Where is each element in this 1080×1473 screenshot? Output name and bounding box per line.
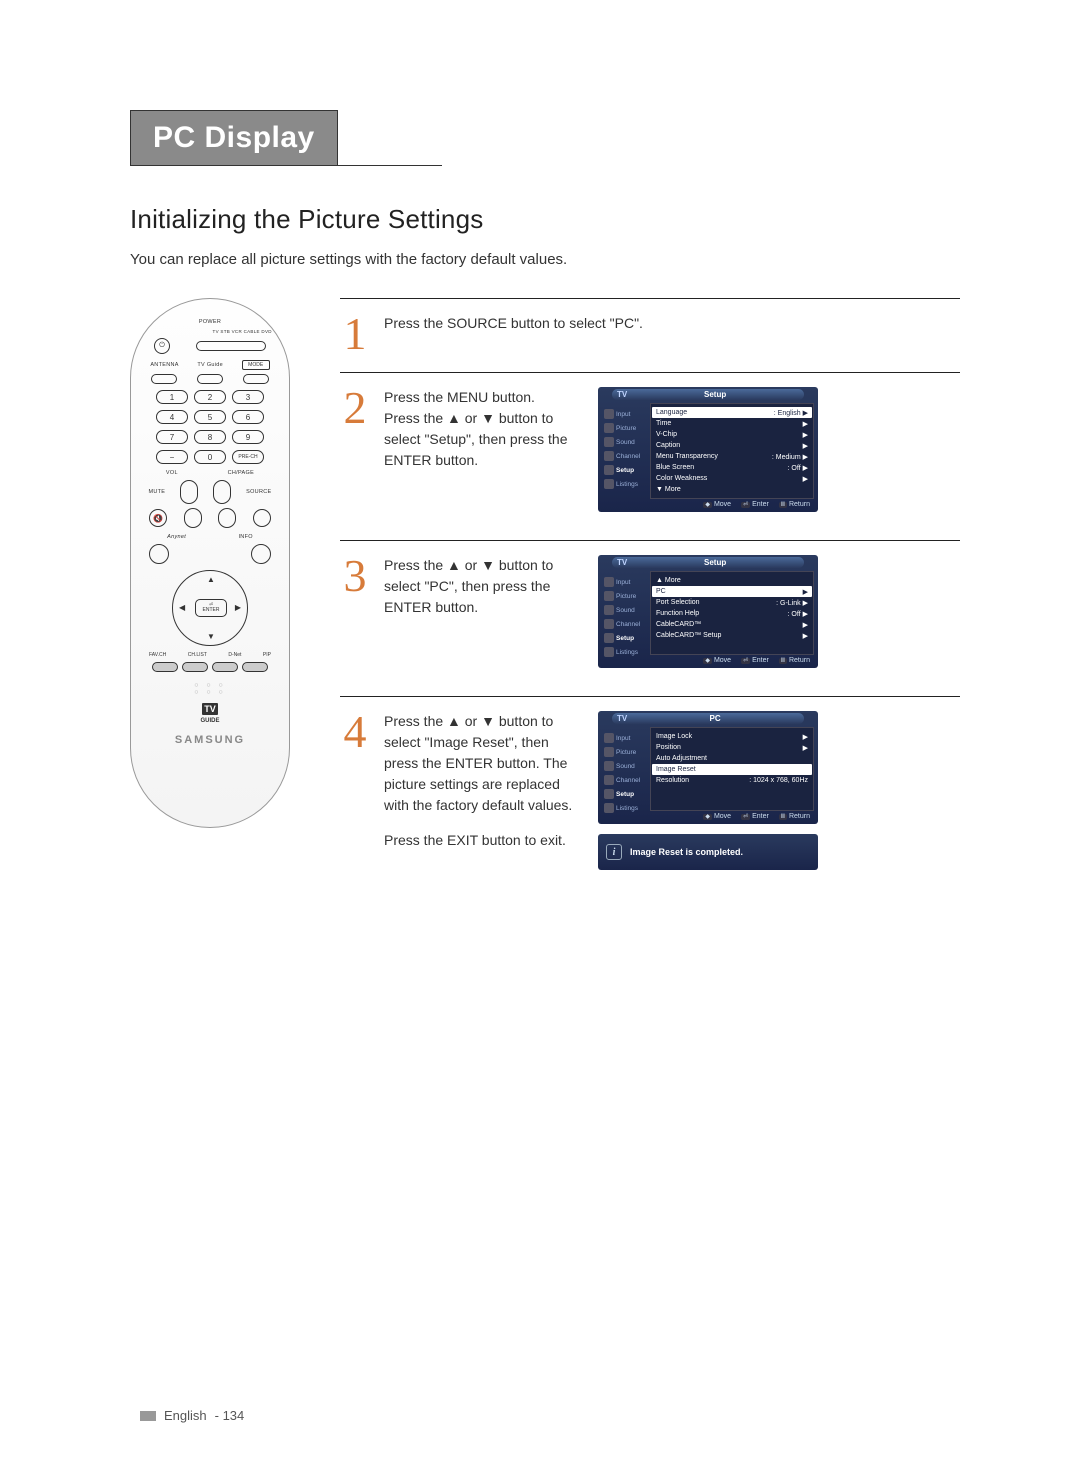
power-button[interactable]: ⏻ [154,338,170,354]
favch-button[interactable] [152,662,178,672]
sound-icon [604,605,614,615]
num-8[interactable]: 8 [194,430,226,444]
samsung-brand: SAMSUNG [141,734,279,746]
enter-button[interactable]: ⏎ENTER [195,599,227,617]
tvguide-button[interactable] [197,374,223,384]
num-9[interactable]: 9 [232,430,264,444]
mode-pill[interactable] [243,374,269,384]
page-footer: English - 134 [140,1408,244,1423]
num-2[interactable]: 2 [194,390,226,404]
picture-icon [604,747,614,757]
step-text: Press the ▲ or ▼ button to select "PC", … [384,555,584,622]
antenna-label: ANTENNA [150,362,178,368]
sound-icon [604,437,614,447]
channel-icon [604,619,614,629]
num-1[interactable]: 1 [156,390,188,404]
dpad[interactable]: ▲ ▼ ◀ ▶ ⏎ENTER [172,570,248,646]
step-number: 4 [340,711,370,752]
footer-lang: English [164,1408,207,1423]
num-3[interactable]: 3 [232,390,264,404]
device-row: TV STB VCR CABLE DVD [213,329,272,334]
vol-rocker[interactable] [180,480,198,504]
num-0[interactable]: 0 [194,450,226,464]
chpage-label: CH/PAGE [228,470,254,476]
channel-icon [604,775,614,785]
sound-icon [604,761,614,771]
section-title: Initializing the Picture Settings [130,204,960,235]
pip-label: PIP [263,652,271,658]
footer-bar-icon [140,1411,156,1421]
chlist-label: CH.LIST [188,652,207,658]
vol-label: VOL [166,470,178,476]
step-text: Press the SOURCE button to select "PC". [384,313,643,334]
dnet-label: D-Net [228,652,241,658]
listings-icon [604,803,614,813]
osd-screenshot-setup-pc: TVSetup Input Picture Sound Channel Setu… [598,555,818,678]
step-text: Press the ▲ or ▼ button to select "Image… [384,711,584,855]
footer-page: - 134 [215,1408,245,1423]
pip-button[interactable] [242,662,268,672]
step-3: 3 Press the ▲ or ▼ button to select "PC"… [340,541,960,697]
anynet-label: Anynet [167,534,186,540]
setup-icon [604,789,614,799]
left-arrow-icon[interactable]: ◀ [179,603,185,612]
favch-label: FAV.CH [149,652,166,658]
step-2: 2 Press the MENU button. Press the ▲ or … [340,373,960,541]
source-button[interactable] [253,509,271,527]
exit-button[interactable] [251,544,271,564]
info-bar: i Image Reset is completed. [598,834,818,870]
channel-icon [604,451,614,461]
ch-down[interactable] [218,508,236,528]
up-arrow-icon[interactable]: ▲ [207,575,215,584]
tvguide-label: TV Guide [197,362,223,368]
num-dash[interactable]: − [156,450,188,464]
dots-decoration: ○ ○ ○○ ○ ○ [141,682,279,696]
steps-list: 1 Press the SOURCE button to select "PC"… [340,298,960,888]
step-number: 1 [340,313,370,354]
osd-screenshot-pc: TVPC Input Picture Sound Channel Setup L… [598,711,818,870]
step-number: 3 [340,555,370,596]
input-icon [604,733,614,743]
tvguide-logo: TVGUIDE [141,704,279,724]
num-5[interactable]: 5 [194,410,226,424]
picture-icon [604,423,614,433]
setup-icon [604,465,614,475]
menu-button[interactable] [149,544,169,564]
right-arrow-icon[interactable]: ▶ [235,603,241,612]
dnet-button[interactable] [212,662,238,672]
chlist-button[interactable] [182,662,208,672]
number-pad: 1 2 3 4 5 6 7 8 9 − 0 PRE-CH [141,390,279,464]
num-6[interactable]: 6 [232,410,264,424]
ch-rocker[interactable] [213,480,231,504]
prech-button[interactable]: PRE-CH [232,450,264,464]
mode-button[interactable]: MODE [242,360,270,370]
info-label: INFO [238,534,252,540]
vol-down[interactable] [184,508,202,528]
listings-icon [604,479,614,489]
device-selector[interactable] [196,341,266,351]
down-arrow-icon[interactable]: ▼ [207,632,215,641]
step-4: 4 Press the ▲ or ▼ button to select "Ima… [340,697,960,888]
step-text: Press the MENU button. Press the ▲ or ▼ … [384,387,584,475]
listings-icon [604,647,614,657]
input-icon [604,409,614,419]
osd-screenshot-setup: TVSetup Input Picture Sound Channel Setu… [598,387,818,522]
info-icon: i [606,844,622,860]
remote-control-illustration: POWER TV STB VCR CABLE DVD ⏻ ANTENNA TV … [130,298,290,828]
setup-icon [604,633,614,643]
mute-button[interactable]: 🔇 [149,509,167,527]
section-intro: You can replace all picture settings wit… [130,251,960,268]
step-number: 2 [340,387,370,428]
num-7[interactable]: 7 [156,430,188,444]
antenna-button[interactable] [151,374,177,384]
source-label: SOURCE [246,489,271,495]
mute-label: MUTE [148,489,165,495]
picture-icon [604,591,614,601]
step-1: 1 Press the SOURCE button to select "PC"… [340,299,960,373]
input-icon [604,577,614,587]
num-4[interactable]: 4 [156,410,188,424]
power-label: POWER [141,319,279,325]
section-tab: PC Display [130,110,338,166]
